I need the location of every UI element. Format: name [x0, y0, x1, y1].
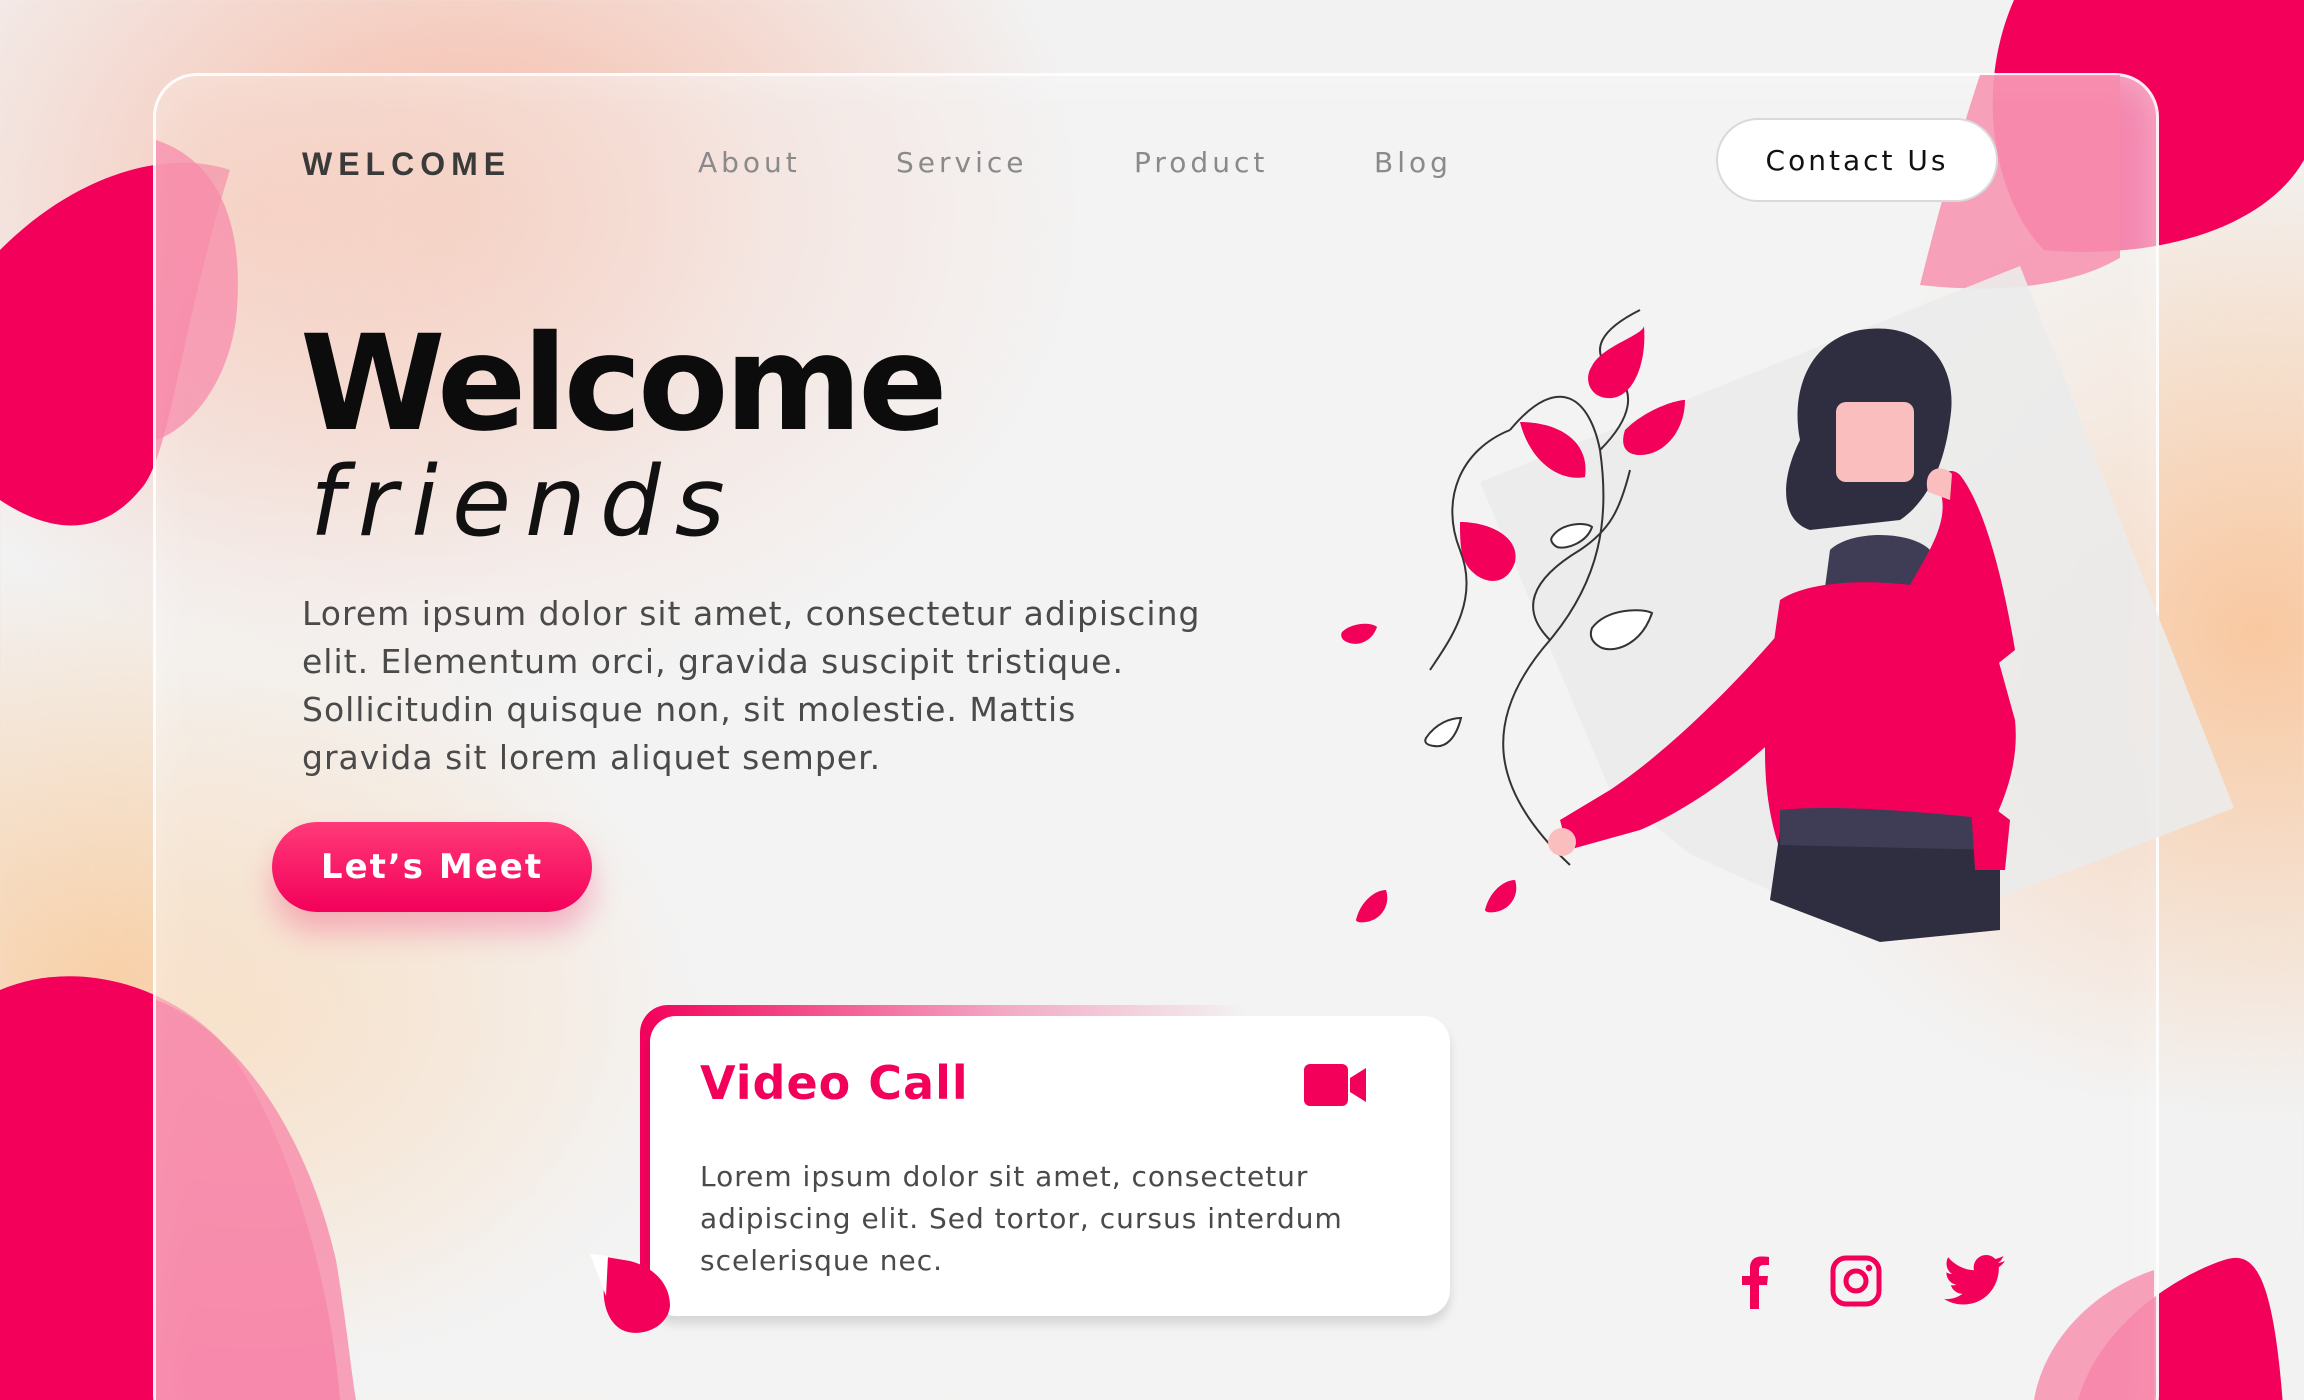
- glass-blob-right-bottom: [2034, 1270, 2154, 1400]
- video-call-description: Lorem ipsum dolor sit amet, consectetur …: [700, 1160, 1343, 1277]
- card-leaf-decoration: [590, 1254, 670, 1333]
- video-call-card[interactable]: Video Call Lorem ipsum dolor sit amet, c…: [650, 1016, 1450, 1316]
- glass-blob-left-bottom: [156, 1000, 356, 1400]
- instagram-icon[interactable]: [1830, 1255, 1882, 1311]
- nav-item-service[interactable]: Service: [896, 146, 1027, 179]
- nav-item-product[interactable]: Product: [1134, 146, 1268, 179]
- contact-us-button[interactable]: Contact Us: [1716, 118, 1998, 202]
- hero-subtitle: friends: [310, 446, 739, 558]
- video-call-title: Video Call: [700, 1056, 969, 1110]
- nav-item-blog[interactable]: Blog: [1374, 146, 1452, 179]
- glass-blob-left-top: [156, 140, 238, 440]
- woman-with-vine-illustration: [1341, 266, 2234, 942]
- video-camera-icon[interactable]: [1304, 1064, 1368, 1110]
- hero-description: Lorem ipsum dolor sit amet, consectetur …: [302, 594, 1201, 777]
- hero-title: Welcome: [300, 307, 948, 461]
- nav-item-about[interactable]: About: [698, 146, 801, 179]
- facebook-icon[interactable]: [1740, 1255, 1770, 1313]
- brand-logo[interactable]: WELCOME: [302, 146, 511, 183]
- twitter-icon[interactable]: [1944, 1255, 2006, 1311]
- lets-meet-button[interactable]: Let’s Meet: [272, 822, 592, 912]
